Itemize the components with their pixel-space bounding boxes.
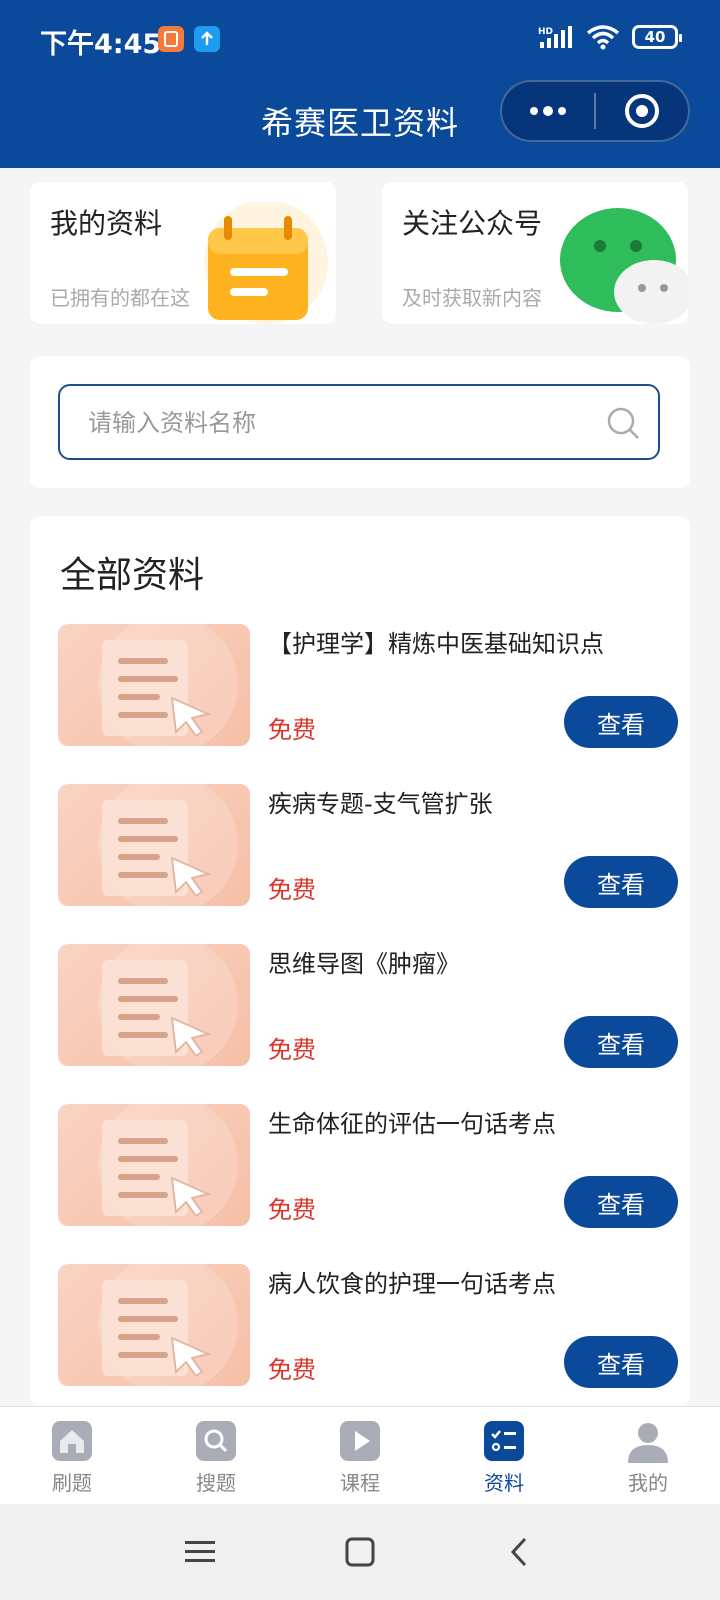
item-price: 免费 xyxy=(268,1036,316,1064)
document-cursor-icon xyxy=(102,1120,212,1216)
list-item: 思维导图《肿瘤》 免费 查看 xyxy=(58,944,678,1068)
battery-level: 40 xyxy=(644,28,666,46)
home-square-icon[interactable] xyxy=(343,1535,377,1569)
wechat-icon xyxy=(560,208,688,324)
all-materials-panel: 全部资料 【护理学】精炼中医基础知识点 免费 查看 疾病专题-支气管扩张 免费 … xyxy=(30,516,690,1406)
bottom-tab-bar: 刷题 搜题 课程 资料 我的 xyxy=(0,1406,720,1504)
calendar-icon xyxy=(204,202,328,324)
tab-materials[interactable]: 资料 xyxy=(432,1407,576,1504)
status-icons: HD 40 xyxy=(538,24,682,50)
tab-courses[interactable]: 课程 xyxy=(288,1407,432,1504)
search-box[interactable] xyxy=(58,384,660,460)
item-thumbnail[interactable] xyxy=(58,784,250,906)
view-button[interactable]: 查看 xyxy=(564,856,678,908)
view-button[interactable]: 查看 xyxy=(564,1176,678,1228)
item-price: 免费 xyxy=(268,716,316,744)
item-price: 免费 xyxy=(268,1196,316,1224)
my-materials-subtitle: 已拥有的都在这 xyxy=(50,286,190,310)
follow-account-title: 关注公众号 xyxy=(402,207,543,240)
list-item: 病人饮食的护理一句话考点 免费 查看 xyxy=(58,1264,678,1388)
item-title[interactable]: 生命体征的评估一句话考点 xyxy=(268,1104,556,1139)
item-title[interactable]: 疾病专题-支气管扩张 xyxy=(268,784,493,819)
wifi-icon xyxy=(586,25,620,50)
svg-text:HD: HD xyxy=(538,27,553,37)
battery-indicator: 40 xyxy=(632,25,682,49)
tab-mine[interactable]: 我的 xyxy=(576,1407,720,1504)
document-cursor-icon xyxy=(102,960,212,1056)
play-icon xyxy=(340,1421,380,1461)
list-item: 【护理学】精炼中医基础知识点 免费 查看 xyxy=(58,624,678,748)
view-button[interactable]: 查看 xyxy=(564,1016,678,1068)
list-item: 生命体征的评估一句话考点 免费 查看 xyxy=(58,1104,678,1228)
upload-notification-icon xyxy=(194,26,220,52)
checklist-icon xyxy=(484,1421,524,1461)
search-input[interactable] xyxy=(88,404,568,442)
item-title[interactable]: 思维导图《肿瘤》 xyxy=(268,944,460,979)
view-button[interactable]: 查看 xyxy=(564,1336,678,1388)
my-materials-card[interactable]: 我的资料 已拥有的都在这 xyxy=(30,182,336,324)
tab-practice[interactable]: 刷题 xyxy=(0,1407,144,1504)
document-cursor-icon xyxy=(102,640,212,736)
item-thumbnail[interactable] xyxy=(58,1264,250,1386)
item-thumbnail[interactable] xyxy=(58,624,250,746)
item-title[interactable]: 病人饮食的护理一句话考点 xyxy=(268,1264,556,1299)
user-icon xyxy=(628,1423,668,1463)
menu-icon[interactable] xyxy=(183,1537,217,1567)
my-materials-title: 我的资料 xyxy=(50,207,163,240)
tab-search[interactable]: 搜题 xyxy=(144,1407,288,1504)
close-button[interactable] xyxy=(596,82,688,140)
document-cursor-icon xyxy=(102,800,212,896)
system-nav-bar xyxy=(0,1504,720,1600)
follow-account-card[interactable]: 关注公众号 及时获取新内容 xyxy=(382,182,688,324)
item-title[interactable]: 【护理学】精炼中医基础知识点 xyxy=(268,624,604,659)
follow-account-subtitle: 及时获取新内容 xyxy=(402,286,542,310)
search-icon xyxy=(196,1421,236,1461)
item-price: 免费 xyxy=(268,876,316,904)
item-thumbnail[interactable] xyxy=(58,944,250,1066)
search-icon[interactable] xyxy=(606,406,640,440)
tab-label: 刷题 xyxy=(52,1471,92,1495)
search-section xyxy=(30,356,690,488)
item-thumbnail[interactable] xyxy=(58,1104,250,1226)
tab-label: 搜题 xyxy=(196,1471,236,1495)
more-dots-icon xyxy=(530,106,566,116)
tab-label: 我的 xyxy=(628,1471,668,1495)
home-icon xyxy=(52,1421,92,1461)
item-price: 免费 xyxy=(268,1356,316,1384)
signal-icon: HD xyxy=(538,26,572,48)
tab-label: 资料 xyxy=(484,1471,524,1495)
mini-program-capsule xyxy=(500,80,690,142)
app-notification-icon xyxy=(158,26,184,52)
back-icon[interactable] xyxy=(503,1535,537,1569)
document-cursor-icon xyxy=(102,1280,212,1376)
tab-label: 课程 xyxy=(340,1471,380,1495)
more-button[interactable] xyxy=(502,82,594,140)
status-bar: 下午4:45 HD 40 xyxy=(0,0,720,78)
section-title: 全部资料 xyxy=(60,555,205,596)
status-time: 下午4:45 xyxy=(40,29,162,60)
view-button[interactable]: 查看 xyxy=(564,696,678,748)
close-target-icon xyxy=(624,94,659,128)
header: 下午4:45 HD 40 希赛医卫资料 xyxy=(0,0,720,168)
list-item: 疾病专题-支气管扩张 免费 查看 xyxy=(58,784,678,908)
